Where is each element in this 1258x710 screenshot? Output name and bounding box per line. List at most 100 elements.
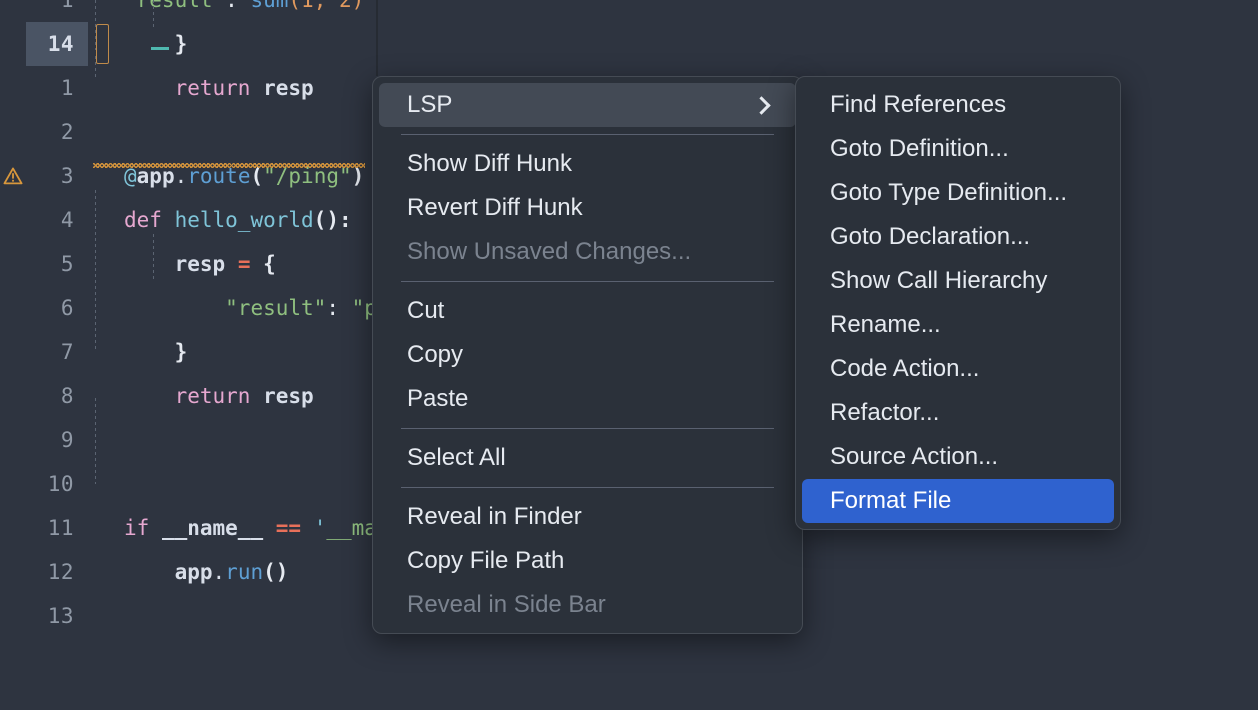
fold-column[interactable] [88, 66, 116, 110]
menu-item-refactor[interactable]: Refactor... [802, 391, 1114, 435]
code-text[interactable]: return resp [116, 76, 314, 100]
menu-item-paste[interactable]: Paste [379, 377, 796, 421]
menu-item-label: Reveal in Side Bar [407, 591, 606, 618]
menu-item-goto-type-definition[interactable]: Goto Type Definition... [802, 171, 1114, 215]
menu-item-copy[interactable]: Copy [379, 333, 796, 377]
menu-item-lsp[interactable]: LSP [379, 83, 796, 127]
fold-column[interactable] [88, 506, 116, 550]
menu-item-label: Copy [407, 341, 464, 368]
menu-item-label: Show Call Hierarchy [830, 267, 1048, 294]
fold-column[interactable] [88, 286, 116, 330]
menu-item-show-diff-hunk[interactable]: Show Diff Hunk [379, 142, 796, 186]
menu-separator [401, 281, 774, 282]
line-marker-column [0, 462, 26, 506]
menu-separator [401, 487, 774, 488]
fold-column[interactable] [88, 0, 116, 22]
line-number: 12 [47, 560, 74, 584]
fold-column[interactable] [88, 418, 116, 462]
code-text[interactable]: resp = { [116, 252, 276, 276]
menu-item-revert-diff-hunk[interactable]: Revert Diff Hunk [379, 186, 796, 230]
indent-guide [95, 0, 96, 50]
menu-item-label: Revert Diff Hunk [407, 194, 583, 221]
ide-window: 1 "result": sum(1, 2) 14 } 1 return resp 2 3 @… [0, 0, 1258, 710]
menu-separator [401, 428, 774, 429]
menu-item-source-action[interactable]: Source Action... [802, 435, 1114, 479]
fold-column[interactable] [88, 22, 116, 66]
code-text[interactable]: "result": "p [116, 296, 377, 320]
menu-item-copy-file-path[interactable]: Copy File Path [379, 539, 796, 583]
fold-column[interactable] [88, 550, 116, 594]
fold-column[interactable] [88, 330, 116, 374]
line-number: 10 [47, 472, 74, 496]
code-text[interactable]: def hello_world(): [116, 208, 352, 232]
menu-item-label: Find References [830, 91, 1007, 118]
menu-item-label: LSP [407, 91, 453, 118]
code-token: app [174, 560, 213, 584]
code-token: , [313, 0, 339, 12]
line-marker-column [0, 198, 26, 242]
fold-column[interactable] [88, 154, 116, 198]
code-text[interactable]: } [116, 32, 188, 56]
code-token: ' [313, 516, 327, 540]
indent-guide [95, 190, 96, 350]
fold-column[interactable] [88, 110, 116, 154]
menu-item-goto-declaration[interactable]: Goto Declaration... [802, 215, 1114, 259]
menu-item-code-action[interactable]: Code Action... [802, 347, 1114, 391]
line-number: 1 [60, 0, 74, 12]
editor-viewport-edge [376, 0, 378, 76]
code-token: resp [263, 384, 314, 408]
menu-item-find-references[interactable]: Find References [802, 83, 1114, 127]
menu-item-cut[interactable]: Cut [379, 289, 796, 333]
line-marker-column [0, 550, 26, 594]
line-marker-column [0, 242, 26, 286]
fold-column[interactable] [88, 594, 116, 638]
code-token: = [237, 252, 251, 276]
line-marker-column [0, 110, 26, 154]
code-text[interactable]: return resp [116, 384, 314, 408]
indent-guide [95, 56, 96, 78]
code-text[interactable]: } [116, 340, 188, 364]
menu-item-select-all[interactable]: Select All [379, 436, 796, 480]
code-text[interactable]: if __name__ == '__ma [116, 516, 377, 540]
fold-column[interactable] [88, 198, 116, 242]
fold-column[interactable] [88, 462, 116, 506]
line-number: 9 [60, 428, 74, 452]
code-token: : [225, 0, 251, 12]
menu-item-show-call-hierarchy[interactable]: Show Call Hierarchy [802, 259, 1114, 303]
menu-item-reveal-in-finder[interactable]: Reveal in Finder [379, 495, 796, 539]
menu-item-rename[interactable]: Rename... [802, 303, 1114, 347]
fold-column[interactable] [88, 374, 116, 418]
fold-column[interactable] [88, 242, 116, 286]
line-number: 6 [60, 296, 74, 320]
line-marker-column [0, 506, 26, 550]
menu-item-label: Cut [407, 297, 445, 324]
code-token: resp [174, 252, 226, 276]
code-line[interactable]: 1 "result": sum(1, 2) [0, 0, 1258, 22]
menu-separator [401, 134, 774, 135]
lsp-submenu[interactable]: Find References Goto Definition... Goto Ty… [795, 76, 1121, 530]
code-token: hello_world [174, 208, 314, 232]
menu-item-goto-definition[interactable]: Goto Definition... [802, 127, 1114, 171]
menu-item-format-file[interactable]: Format File [802, 479, 1114, 523]
code-fold-bracket-icon[interactable] [95, 24, 109, 64]
code-token: () [263, 560, 289, 584]
editor-context-menu[interactable]: LSP Show Diff Hunk Revert Diff Hunk Show Un… [372, 76, 803, 634]
code-token: return [174, 76, 251, 100]
menu-item-reveal-in-side-bar: Reveal in Side Bar [379, 583, 796, 627]
line-number: 8 [60, 384, 74, 408]
line-number: 7 [60, 340, 74, 364]
code-token: __name__ [161, 516, 264, 540]
line-marker-column [0, 374, 26, 418]
code-text[interactable]: app.run() [116, 560, 289, 584]
code-line[interactable]: 14 } [0, 22, 1258, 66]
menu-item-label: Select All [407, 444, 506, 471]
